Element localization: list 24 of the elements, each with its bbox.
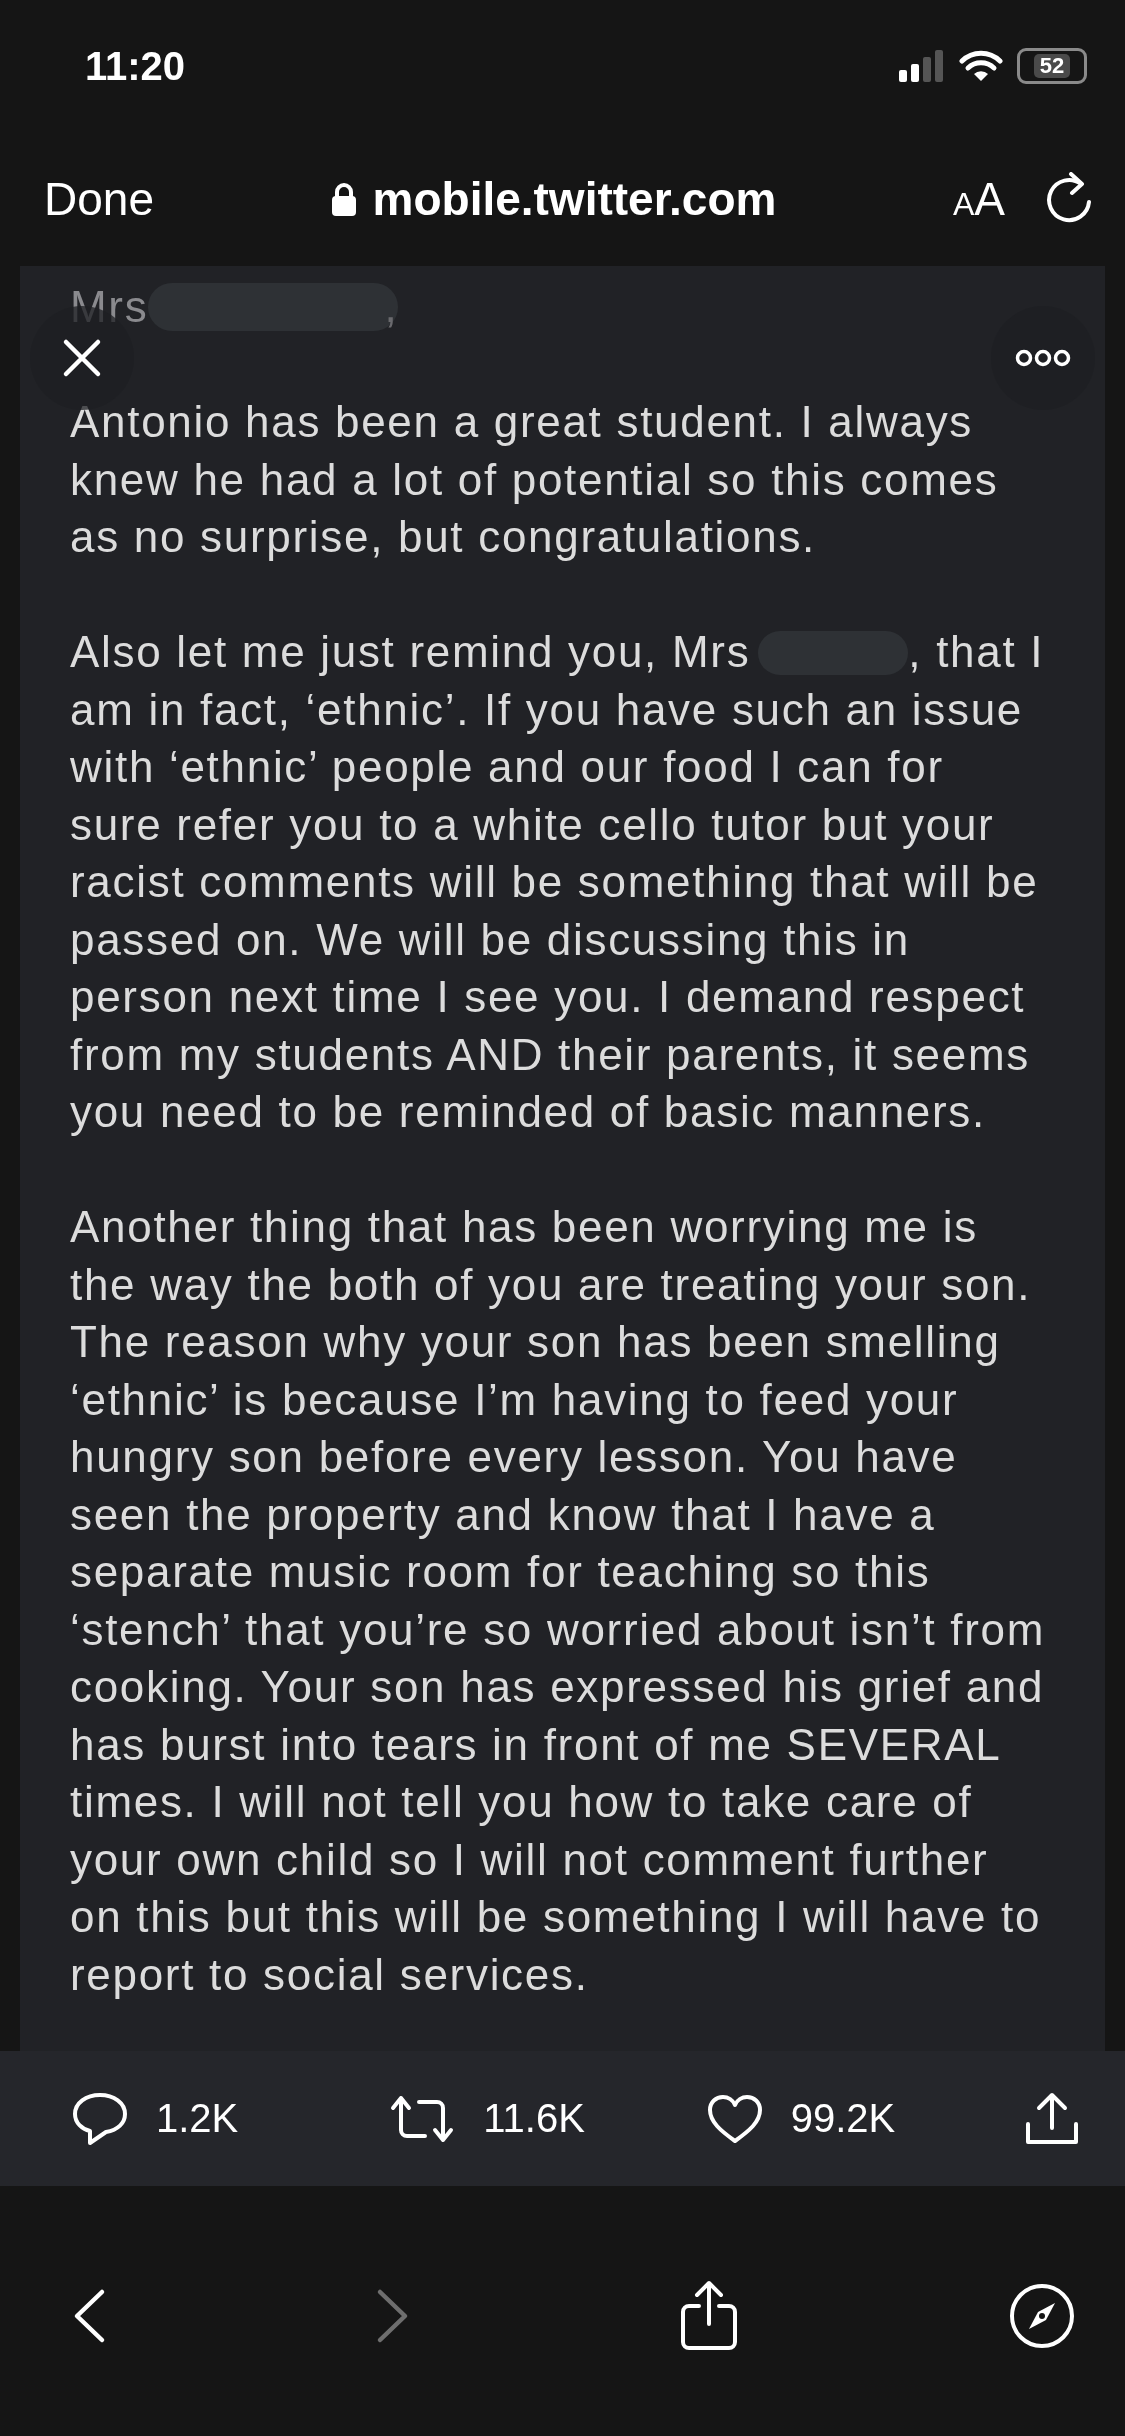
action-count: 11.6K <box>483 2096 585 2141</box>
more-icon[interactable] <box>1015 348 1071 368</box>
status-time: 11:20 <box>85 43 186 89</box>
greeting-text: Mrs <box>70 281 149 333</box>
retweet-icon[interactable] <box>389 2093 456 2144</box>
greeting-comma: , <box>384 281 399 333</box>
share-icon[interactable] <box>1024 2091 1080 2146</box>
heart-icon[interactable] <box>706 2093 763 2144</box>
url-text[interactable]: mobile.twitter.com <box>372 172 777 226</box>
done-button[interactable]: Done <box>44 172 154 226</box>
paragraph-text: Another thing that has been worrying me is the way the both of you are treating your son. The reason why your son has been smelling ‘ethnic’ is because I’m having to feed your hungry son before every lesson. You have seen the property and know that I have a separate music room for teaching so this ‘stench’ that you’re so worried about isn’t from cooking. Your son has expressed his grief and has burst into tears in front of me SEVERAL times. I will not tell you how to take care of your own child so I will not comment further on this but this will be something I will have to report to social services. <box>70 1201 1047 2001</box>
battery-icon: 52 <box>1017 48 1087 84</box>
text-size-button[interactable]: AA <box>952 172 1005 226</box>
signal-icon <box>899 50 945 82</box>
paragraph-text: Also let me just remind you, Mrs , that I am in fact, ‘ethnic’. If you have such an issue with ‘ethnic’ people and our food I can for sure refer you to a white cello tutor but your racist comments will be something that will be passed on. We will be discussing this in person next time I see you. I demand respect from my students AND their parents, it seems you need to be reminded of basic manners. <box>70 626 1046 1138</box>
action-count: 99.2K <box>790 2096 896 2141</box>
lock-icon <box>330 182 357 216</box>
share-icon[interactable] <box>679 2280 740 2352</box>
speech-bubble-icon[interactable] <box>72 2091 128 2146</box>
wifi-icon <box>959 50 1003 82</box>
compass-icon[interactable] <box>1008 2283 1075 2349</box>
paragraph-text: Antonio has been a great student. I always knew he had a lot of potential so this comes as no surprise, but congratulations. <box>70 396 1000 563</box>
back-icon[interactable] <box>72 2288 106 2344</box>
action-count: 1.2K <box>156 2096 239 2141</box>
